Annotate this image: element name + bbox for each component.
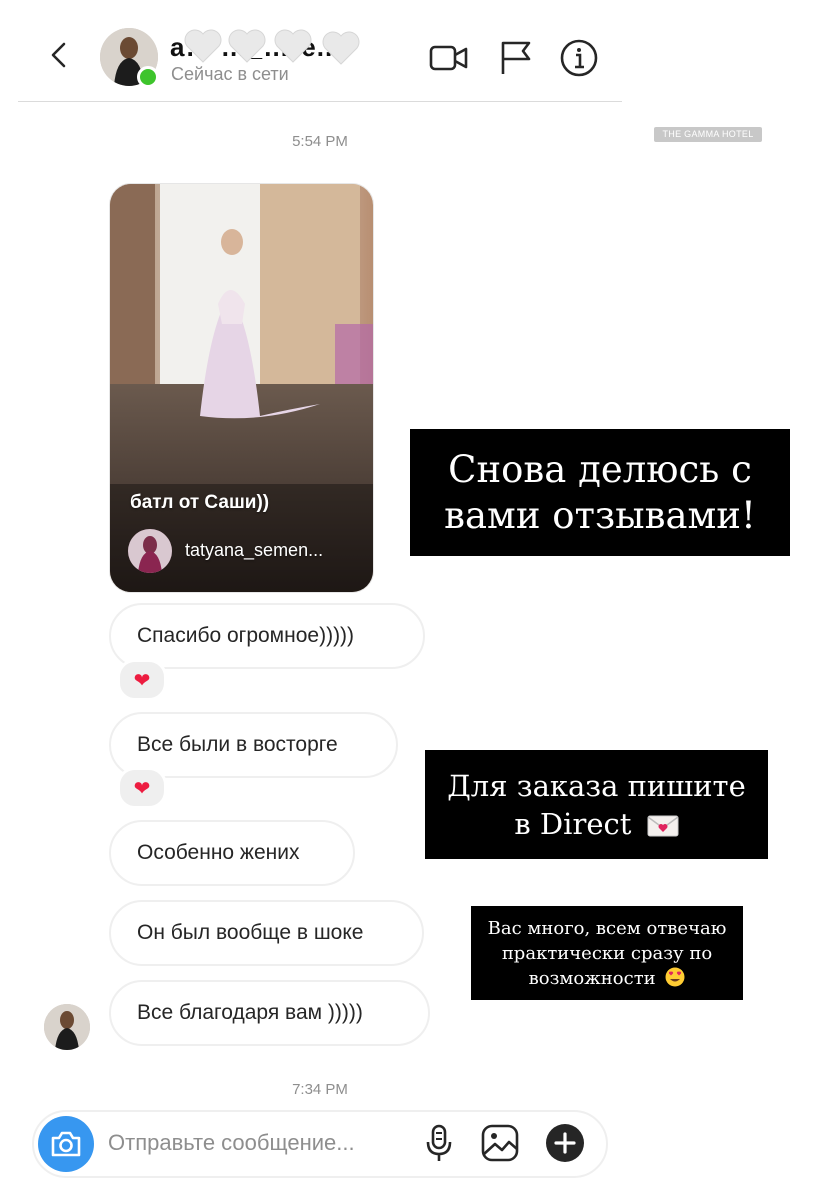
story-background: [622, 0, 828, 1193]
heart-eyes-emoji-icon: [665, 967, 685, 986]
story-author-username[interactable]: tatyana_semen...: [185, 540, 323, 561]
timestamp: 5:54 PM: [292, 133, 348, 150]
overlay-label: Для заказа пишите в Direct: [425, 750, 768, 859]
overlay-label: Вас много, всем отвечаю практически сраз…: [471, 906, 743, 1000]
message-bubble[interactable]: Он был вообще в шоке: [109, 900, 424, 966]
overlay-label-line: Для заказа пишите: [447, 768, 746, 803]
back-icon[interactable]: [44, 40, 74, 70]
video-call-icon[interactable]: [429, 38, 469, 78]
location-watermark: THE GAMMA HOTEL: [654, 127, 762, 142]
heart-reaction-icon[interactable]: ❤: [117, 659, 167, 701]
overlay-label-line: вами отзывами!: [444, 493, 756, 537]
overlay-label-line: Снова делюсь с: [448, 447, 752, 491]
online-status-dot: [137, 66, 159, 88]
timestamp: 7:34 PM: [292, 1081, 348, 1098]
love-letter-icon: [647, 815, 679, 836]
story-author-avatar: [128, 529, 172, 573]
overlay-label-text: в Direct: [514, 806, 632, 841]
overlay-label-line: практически сразу по: [501, 942, 713, 964]
message-bubble[interactable]: Все благодаря вам ))))): [109, 980, 430, 1046]
message-bubble[interactable]: Особенно жених: [109, 820, 355, 886]
header-divider: [18, 101, 622, 102]
flag-icon[interactable]: [496, 38, 536, 78]
microphone-icon[interactable]: [418, 1122, 460, 1164]
message-bubble[interactable]: Спасибо огромное))))): [109, 603, 425, 669]
sticker-hearts: [184, 29, 360, 65]
overlay-label: Снова делюсь с вами отзывами!: [410, 429, 790, 556]
sender-avatar[interactable]: [44, 1004, 90, 1050]
plus-icon[interactable]: [544, 1122, 586, 1164]
camera-button[interactable]: [38, 1116, 94, 1172]
online-status-text: Сейчас в сети: [171, 64, 289, 84]
message-input[interactable]: Отправьте сообщение...: [108, 1130, 355, 1156]
story-caption: батл от Саши)): [130, 492, 270, 513]
shared-story-card[interactable]: батл от Саши)) tatyana_semen...: [109, 183, 374, 593]
heart-reaction-icon[interactable]: ❤: [117, 767, 167, 809]
overlay-label-text: возможности: [528, 967, 656, 989]
overlay-label-line: возможности: [471, 966, 743, 991]
info-icon[interactable]: [559, 38, 599, 78]
camera-icon: [51, 1131, 81, 1157]
gallery-icon[interactable]: [479, 1122, 521, 1164]
overlay-label-line: в Direct: [425, 805, 768, 843]
overlay-label-line: Вас много, всем отвечаю: [487, 917, 727, 939]
